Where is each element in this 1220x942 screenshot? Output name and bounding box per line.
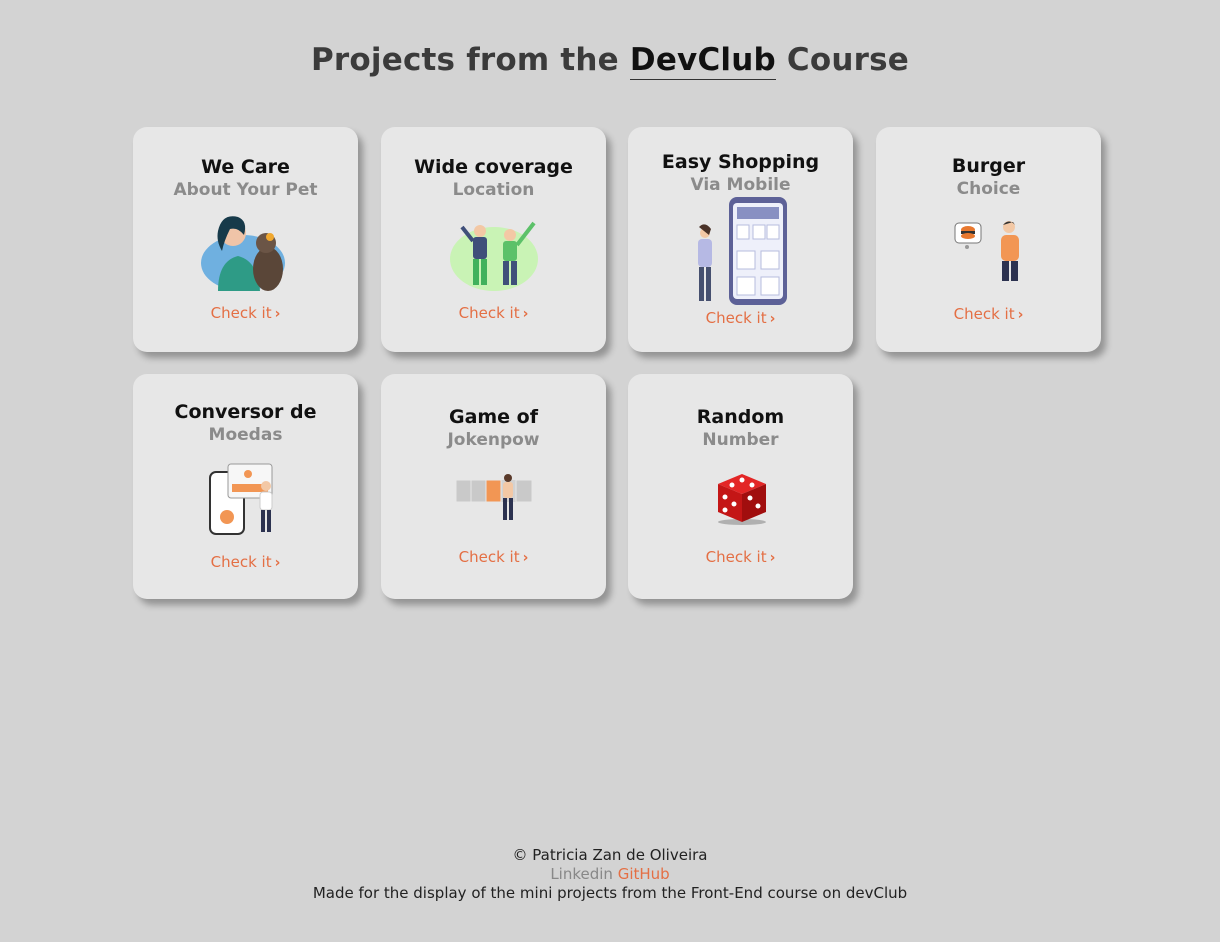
check-it-link[interactable]: Check it › [133,304,358,322]
footer-note: Made for the display of the mini project… [312,884,908,902]
project-card-easy-shopping: Easy Shopping Via Mobile Check it › [628,127,853,352]
title-brand: DevClub [629,42,776,80]
card-title: Wide coverage [414,156,573,178]
card-subtitle: Location [452,180,535,200]
project-card-random-number: Random Number Check it › [628,374,853,599]
chevron-right-icon: › [769,550,776,566]
chevron-right-icon: › [1017,307,1024,323]
game-blocks-illustration [381,472,606,524]
card-subtitle: Via Mobile [690,175,791,195]
project-card-we-care: We Care About Your Pet Check it › [133,127,358,352]
card-title: Conversor de [174,401,317,423]
card-subtitle: Number [702,430,779,450]
check-it-link[interactable]: Check it › [628,548,853,566]
title-prefix: Projects from the [311,42,619,78]
check-it-link[interactable]: Check it › [628,309,853,327]
footer-links: Linkedin GitHub [0,865,1220,884]
card-title: Easy Shopping [661,151,820,173]
card-subtitle: About Your Pet [173,180,318,200]
card-subtitle: Jokenpow [447,430,540,450]
chevron-right-icon: › [274,555,281,571]
currency-converter-illustration [133,462,358,536]
project-card-conversor-de-moedas: Conversor de Moedas Check it › [133,374,358,599]
check-it-link[interactable]: Check it › [381,548,606,566]
check-it-link[interactable]: Check it › [381,304,606,322]
project-card-wide-coverage: Wide coverage Location Check it › [381,127,606,352]
chevron-right-icon: › [522,306,529,322]
red-dice-icon [628,470,853,526]
check-it-link[interactable]: Check it › [133,553,358,571]
chevron-right-icon: › [769,311,776,327]
project-card-jokenpow: Game of Jokenpow Check it › [381,374,606,599]
man-eating-burger-illustration [876,219,1101,285]
linkedin-link[interactable]: Linkedin [550,865,613,883]
card-title: Burger [951,155,1026,177]
card-title: We Care [201,156,290,178]
copyright: © Patricia Zan de Oliveira [512,846,708,864]
check-it-link[interactable]: Check it › [876,305,1101,323]
woman-with-dog-illustration [133,211,358,293]
chevron-right-icon: › [522,550,529,566]
page-title: Projects from the DevClub Course [0,42,1220,80]
github-link[interactable]: GitHub [618,865,670,883]
card-title: Game of [448,406,539,428]
footer: © Patricia Zan de Oliveira Linkedin GitH… [0,846,1220,903]
title-suffix: Course [786,42,909,78]
project-card-burger: Burger Choice Check it › [876,127,1101,352]
card-subtitle: Choice [956,179,1021,199]
chevron-right-icon: › [274,306,281,322]
woman-with-phone-illustration [628,195,853,307]
card-subtitle: Moedas [208,425,283,445]
people-celebrating-illustration [381,213,606,293]
card-title: Random [696,406,785,428]
